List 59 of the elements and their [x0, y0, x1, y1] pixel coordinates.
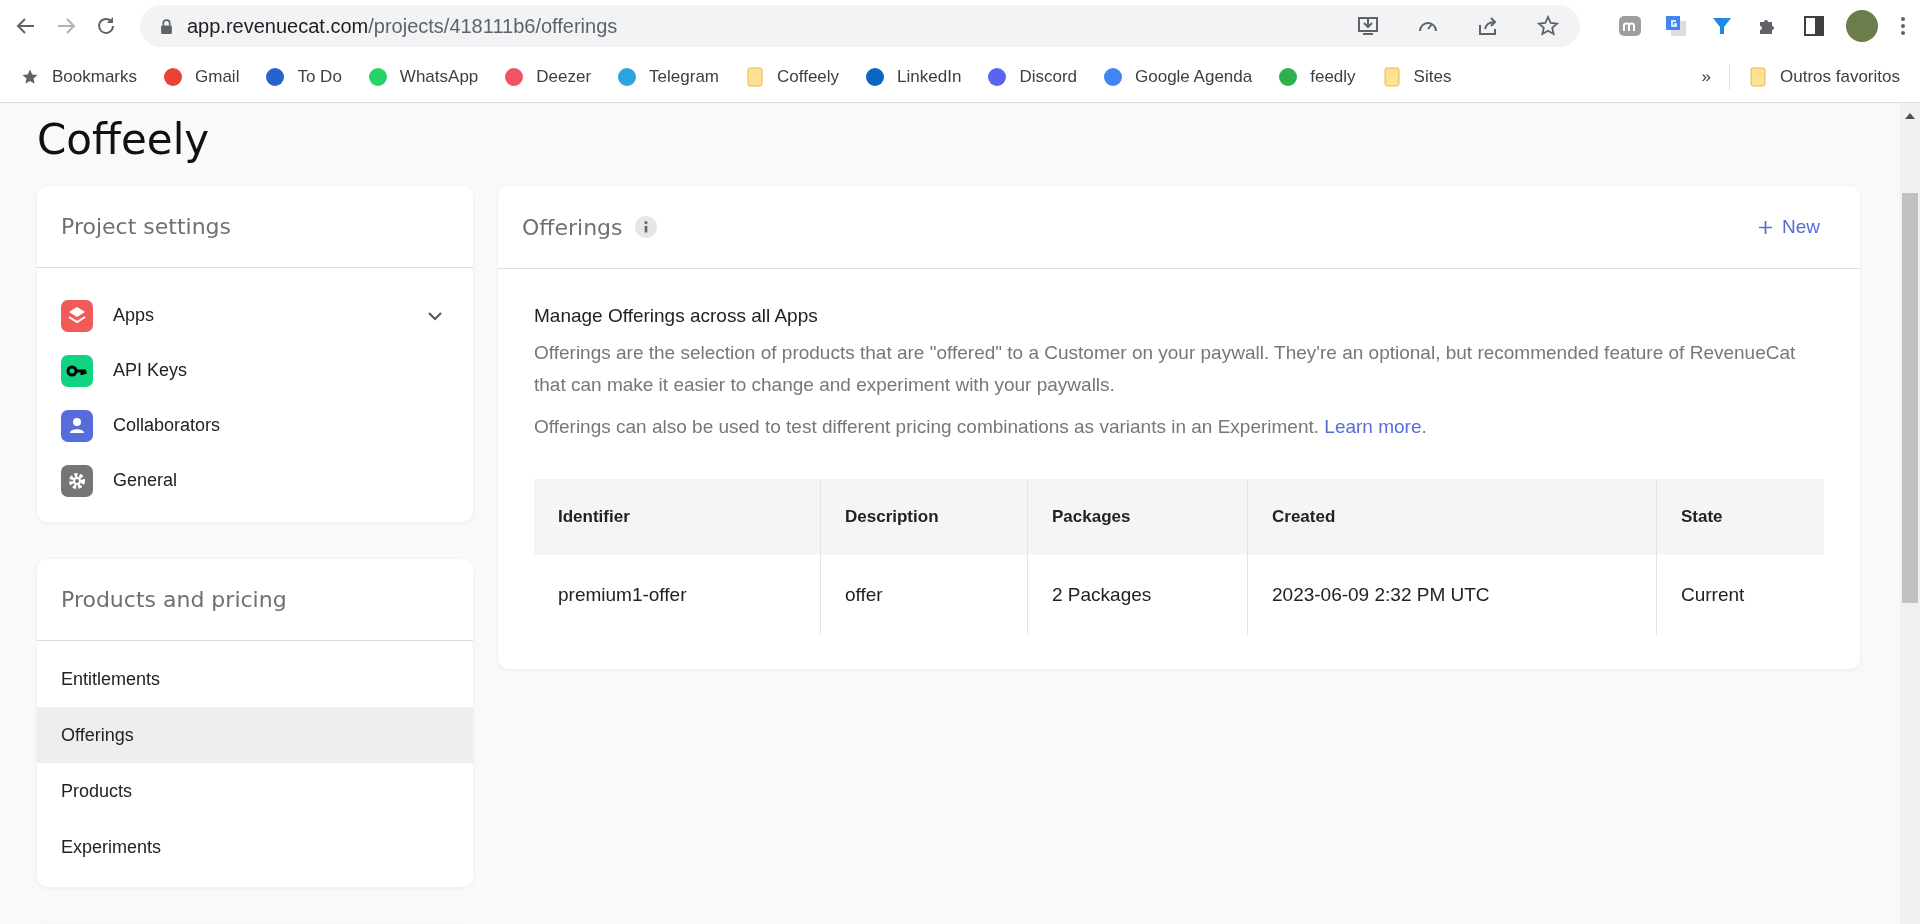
more-bookmarks-button[interactable]: » [1701, 67, 1711, 87]
column-header: State [1656, 479, 1824, 555]
bookmark[interactable]: Google Agenda [1103, 67, 1253, 87]
sidebar-item[interactable]: General [37, 453, 473, 508]
url-text: app.revenuecat.com/projects/418111b6/offerings [187, 14, 618, 38]
sidebar-item[interactable]: Entitlements [37, 651, 473, 707]
bookmark[interactable]: Telegram [617, 67, 720, 87]
bookmark[interactable]: WhatsApp [367, 67, 479, 87]
translate-icon[interactable] [1664, 14, 1688, 38]
description-text: Offerings can also be used to test different pricing combinations as variants in an Experiment. Learn more. [534, 415, 1428, 439]
bookmark[interactable]: feedly [1278, 67, 1356, 87]
column-header: Identifier [534, 479, 820, 555]
table-cell: Current [1656, 555, 1824, 635]
folder-icon [1381, 67, 1402, 87]
table-cell-text: premium1-offer [557, 583, 688, 607]
bookmark[interactable]: Coffeely [745, 67, 840, 87]
scrollbar-thumb[interactable] [1902, 193, 1918, 603]
bookmark[interactable]: Sites [1381, 67, 1452, 87]
bookmark[interactable]: Gmail [163, 67, 240, 87]
bookmark[interactable]: LinkedIn [865, 67, 962, 87]
new-button[interactable]: New [1755, 212, 1824, 242]
sidebar-item[interactable]: Experiments [37, 819, 473, 875]
column-header: Packages [1027, 479, 1247, 555]
star-icon[interactable] [1536, 14, 1560, 38]
panel-title: Offerings [522, 214, 623, 240]
address-bar[interactable]: app.revenuecat.com/projects/418111b6/offerings [140, 5, 1580, 47]
profile-avatar[interactable] [1846, 10, 1878, 42]
bookmark[interactable]: Deezer [504, 67, 592, 87]
column-header: Description [820, 479, 1027, 555]
chevron-icon[interactable] [427, 310, 443, 321]
bookmark[interactable]: Discord [987, 67, 1077, 87]
side-panel-icon[interactable] [1802, 14, 1826, 38]
folder-icon [1748, 67, 1768, 87]
extension-icon[interactable] [1618, 14, 1642, 38]
table-cell: 2023-06-09 2:32 PM UTC [1247, 555, 1656, 635]
info-icon[interactable] [634, 216, 657, 238]
bookmark[interactable]: Bookmarks [20, 67, 138, 87]
bookmark[interactable]: Outros favoritos [1748, 67, 1900, 87]
table-cell: 2 Packages [1027, 555, 1247, 635]
sidebar-item[interactable]: API Keys [37, 343, 473, 398]
project-title: Coffeely [37, 115, 211, 164]
sidebar-item[interactable]: Offerings [37, 707, 473, 763]
table-cell: offer [820, 555, 1027, 635]
scroll-up-icon[interactable] [1905, 113, 1915, 119]
folder-icon [745, 67, 766, 87]
learn-more-link[interactable]: Learn more [1324, 416, 1422, 437]
column-header: Created [1247, 479, 1656, 555]
intro-heading: Manage Offerings across all Apps [534, 305, 819, 327]
menu-icon[interactable] [1900, 16, 1906, 36]
section-title: Project settings [61, 214, 231, 239]
description-text: Offerings are the selection of products that are "offered" to a Customer on your paywall. They're an optional, but recommended feature of RevenueCat that can make it easier to change and experiment with your paywalls. [534, 341, 1797, 397]
lock-icon [160, 18, 173, 34]
sidebar-item[interactable]: Apps [37, 288, 473, 343]
plus-icon [1759, 220, 1772, 234]
sidebar-item[interactable]: Collaborators [37, 398, 473, 453]
section-title: Products and pricing [61, 587, 287, 612]
install-icon[interactable] [1356, 14, 1380, 38]
bookmark[interactable]: To Do [265, 67, 342, 87]
sidebar-item[interactable]: Products [37, 763, 473, 819]
